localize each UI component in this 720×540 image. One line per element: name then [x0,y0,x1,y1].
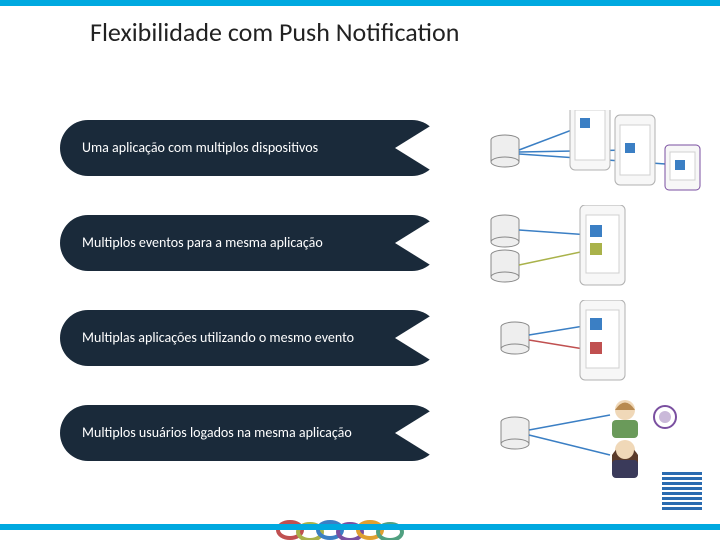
phone-icon [615,115,655,185]
bullet-pill: Uma aplicação com multiplos dispositivos [60,120,440,176]
globe-icon [654,406,676,428]
row-3: Multiplas aplicações utilizando o mesmo … [60,300,700,395]
database-icon [491,250,519,282]
database-icon [491,135,519,167]
row-1: Uma aplicação com multiplos dispositivos [60,110,700,205]
phone-icon [580,205,625,285]
phone-icon [570,110,610,170]
footer-bar [0,524,720,530]
content-rows: Uma aplicação com multiplos dispositivos [60,110,700,490]
diagram-1-svg [460,110,720,200]
small-device-icon [665,145,700,190]
diagram-3-svg [460,300,720,390]
phone-icon [580,300,625,380]
diagram-2-svg [460,205,720,295]
database-icon [501,417,529,449]
bullet-label: Multiplos usuários logados na mesma apli… [82,425,352,442]
bullet-label: Multiplas aplicações utilizando o mesmo … [82,330,354,347]
bullet-label: Multiplos eventos para a mesma aplicação [82,235,323,252]
diagram-2 [460,205,720,295]
bullet-pill: Multiplas aplicações utilizando o mesmo … [60,310,440,366]
user-avatar-icon [612,440,638,478]
diagram-1 [460,110,720,200]
database-icon [491,215,519,247]
connector-line [519,230,590,235]
database-icon [501,322,529,354]
diagram-3 [460,300,720,390]
page-title: Flexibilidade com Push Notification [0,6,720,48]
connector-line [529,435,610,455]
row-2: Multiplos eventos para a mesma aplicação [60,205,700,300]
row-4: Multiplos usuários logados na mesma apli… [60,395,700,490]
bullet-pill: Multiplos eventos para a mesma aplicação [60,215,440,271]
bullet-label: Uma aplicação com multiplos dispositivos [82,140,318,157]
connector-line [519,250,590,265]
connector-line [529,415,610,430]
ibm-logo [662,472,702,510]
user-avatar-icon [612,400,638,438]
bullet-pill: Multiplos usuários logados na mesma apli… [60,405,440,461]
